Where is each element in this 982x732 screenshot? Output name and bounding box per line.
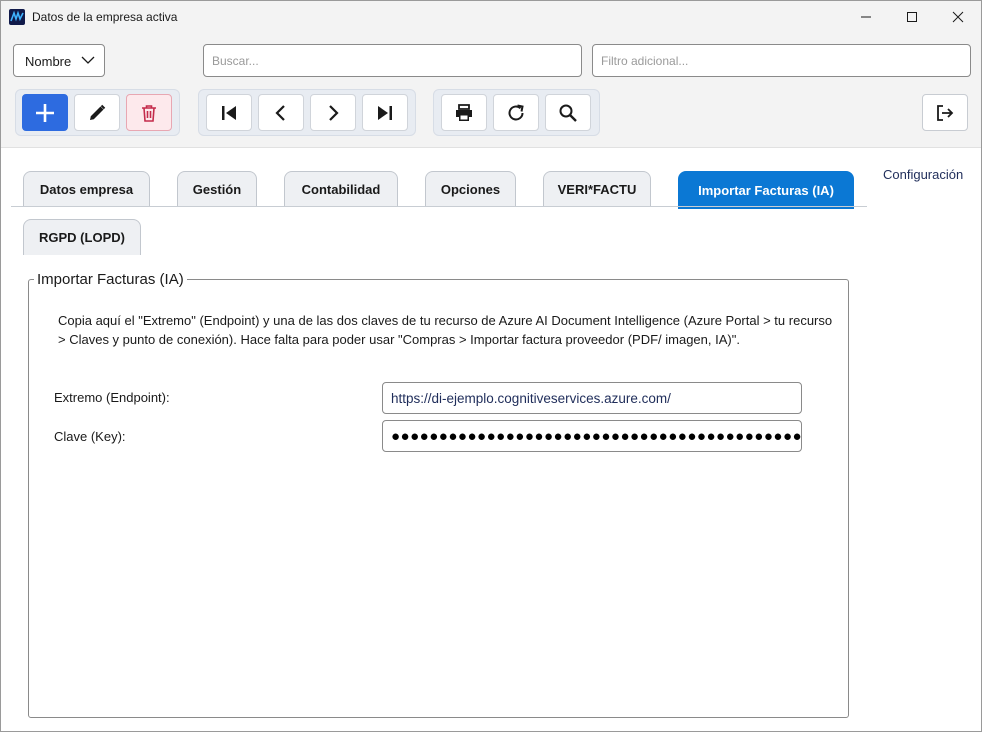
maximize-icon xyxy=(907,12,917,22)
tab-importar-facturas-ia[interactable]: Importar Facturas (IA) xyxy=(678,171,854,209)
tab-contabilidad[interactable]: Contabilidad xyxy=(284,171,398,207)
next-record-button[interactable] xyxy=(310,94,356,131)
chevron-down-icon xyxy=(81,56,95,64)
tab-datos-empresa[interactable]: Datos empresa xyxy=(23,171,150,207)
minimize-icon xyxy=(861,16,871,18)
title-bar[interactable]: Datos de la empresa activa xyxy=(1,1,981,33)
delete-button[interactable] xyxy=(126,94,172,131)
magnifier-icon xyxy=(559,104,577,122)
tools-button-group xyxy=(433,89,600,136)
additional-filter-input[interactable] xyxy=(592,44,971,77)
key-label: Clave (Key): xyxy=(54,429,126,444)
window-title: Datos de la empresa activa xyxy=(32,10,178,24)
print-button[interactable] xyxy=(441,94,487,131)
tab-rgpd-lopd[interactable]: RGPD (LOPD) xyxy=(23,219,141,255)
endpoint-label: Extremo (Endpoint): xyxy=(54,390,170,405)
first-record-button[interactable] xyxy=(206,94,252,131)
trash-icon xyxy=(142,104,156,122)
close-button[interactable] xyxy=(935,1,981,33)
instructions-text: Copia aquí el "Extremo" (Endpoint) y una… xyxy=(58,313,833,347)
app-window: Datos de la empresa activa Nombre Buscar… xyxy=(0,0,982,732)
maximize-button[interactable] xyxy=(889,1,935,33)
last-record-icon xyxy=(378,105,392,120)
minimize-button[interactable] xyxy=(843,1,889,33)
exit-button[interactable] xyxy=(922,94,968,131)
order-combo[interactable]: Nombre xyxy=(13,44,105,77)
first-record-icon xyxy=(222,105,236,120)
tab-verifactu[interactable]: VERI*FACTU xyxy=(543,171,651,207)
navigation-button-group xyxy=(198,89,416,136)
previous-record-button[interactable] xyxy=(258,94,304,131)
app-logo-icon xyxy=(9,9,25,25)
pencil-icon xyxy=(90,104,106,120)
refresh-icon xyxy=(508,104,524,120)
order-combo-value: Nombre xyxy=(25,54,72,69)
search-input[interactable] xyxy=(203,44,582,77)
printer-icon xyxy=(456,103,472,121)
plus-icon xyxy=(36,103,54,122)
exit-icon xyxy=(937,104,954,121)
endpoint-input[interactable] xyxy=(382,382,802,414)
edit-button-group xyxy=(15,89,180,136)
groupbox-title: Importar Facturas (IA) xyxy=(34,271,187,288)
tab-strip-divider xyxy=(11,206,867,207)
edit-button[interactable] xyxy=(74,94,120,131)
refresh-button[interactable] xyxy=(493,94,539,131)
last-record-button[interactable] xyxy=(362,94,408,131)
configuration-link[interactable]: Configuración xyxy=(883,167,963,182)
search-button[interactable] xyxy=(545,94,591,131)
chevron-right-icon xyxy=(329,104,339,121)
key-input[interactable] xyxy=(382,420,802,452)
close-icon xyxy=(952,11,964,23)
tab-opciones[interactable]: Opciones xyxy=(425,171,516,207)
chevron-left-icon xyxy=(275,104,285,121)
tab-gestion[interactable]: Gestión xyxy=(177,171,257,207)
add-button[interactable] xyxy=(22,94,68,131)
